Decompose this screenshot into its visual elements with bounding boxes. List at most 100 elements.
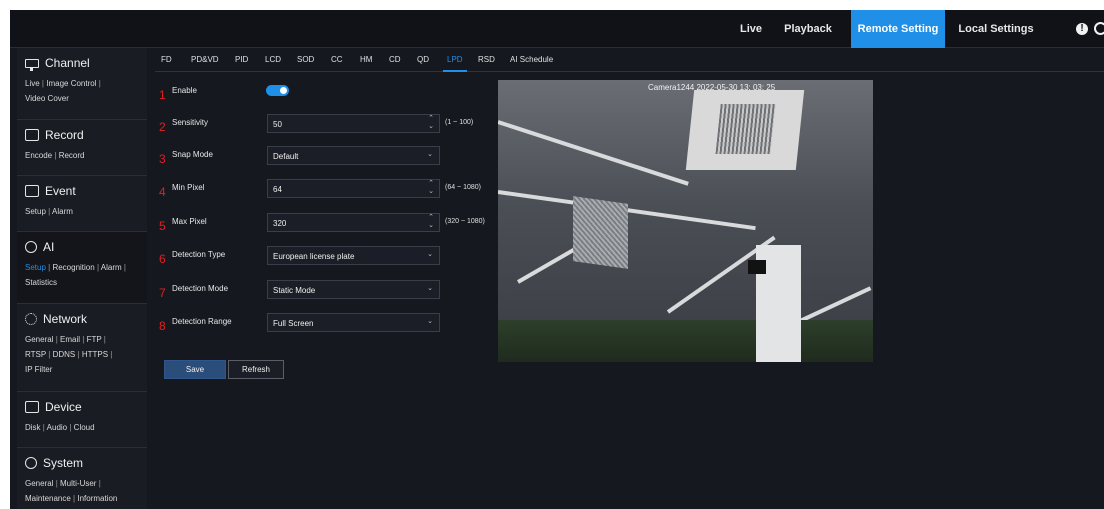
tab-cd[interactable]: CD [389, 48, 401, 72]
sidebar-link-https[interactable]: HTTPS [82, 350, 108, 359]
row-min-pixel: 4 Min Pixel 64 ⌃ ⌄ (64 ~ 1080) [155, 179, 515, 201]
sidebar-link-live[interactable]: Live [25, 79, 40, 88]
snap-mode-select[interactable]: Default ⌄ [267, 146, 440, 165]
sidebar-link-multi-user[interactable]: Multi-User [60, 479, 96, 488]
sidebar-link-email[interactable]: Email [60, 335, 80, 344]
sidebar-link-maintenance[interactable]: Maintenance [25, 494, 71, 503]
nav-remote-setting[interactable]: Remote Setting [851, 10, 945, 48]
chevron-down-icon: ⌄ [427, 318, 433, 325]
max-pixel-label: Max Pixel [172, 217, 207, 226]
sidebar-title-system[interactable]: System [25, 452, 141, 474]
sidebar-title-event[interactable]: Event [25, 180, 141, 202]
sidebar-link-image-control[interactable]: Image Control [46, 79, 96, 88]
app-screen: Live Playback Remote Setting Local Setti… [10, 10, 1104, 509]
sidebar-title-device[interactable]: Device [25, 396, 141, 418]
floor-area [498, 320, 873, 362]
sidebar-link-cloud[interactable]: Cloud [74, 423, 95, 432]
refresh-button[interactable]: Refresh [228, 360, 284, 379]
camera-preview[interactable]: Camera1244 2022-05-30 13: 03: 25 [498, 80, 873, 362]
dark-object [748, 260, 766, 274]
sidebar-link-ddns[interactable]: DDNS [53, 350, 76, 359]
tab-hm[interactable]: HM [360, 48, 372, 72]
nav-live[interactable]: Live [727, 10, 775, 48]
step-marker: 4 [159, 185, 166, 199]
sidebar-link-recognition[interactable]: Recognition [52, 263, 94, 272]
event-icon [25, 185, 39, 197]
detection-type-value: European license plate [273, 252, 355, 261]
snap-mode-value: Default [273, 152, 299, 161]
sidebar-link-audio[interactable]: Audio [47, 423, 67, 432]
min-pixel-stepper[interactable]: 64 ⌃ ⌄ [267, 179, 440, 198]
tab-pid[interactable]: PID [235, 48, 248, 72]
sidebar-link-record[interactable]: Record [59, 151, 85, 160]
row-max-pixel: 5 Max Pixel 320 ⌃ ⌄ (320 ~ 1080) [155, 213, 515, 235]
detection-mode-select[interactable]: Static Mode ⌄ [267, 280, 440, 299]
tab-qd[interactable]: QD [417, 48, 429, 72]
tab-ai-schedule[interactable]: AI Schedule [510, 48, 553, 72]
sidebar-link-ip-filter[interactable]: IP Filter [25, 365, 52, 374]
sidebar-link-encode[interactable]: Encode [25, 151, 52, 160]
up-down-spinner-icon[interactable]: ⌃ ⌄ [428, 214, 434, 230]
sidebar-link-ftp[interactable]: FTP [87, 335, 102, 344]
sidebar-title-label: AI [43, 240, 55, 254]
row-enable: 1 Enable [155, 82, 455, 104]
tab-sod[interactable]: SOD [297, 48, 314, 72]
step-marker: 6 [159, 252, 166, 266]
tab-lcd[interactable]: LCD [265, 48, 281, 72]
sidebar-links-ai: Setup | Recognition | Alarm | Statistics [25, 263, 126, 287]
tab-lpd[interactable]: LPD [443, 48, 467, 72]
monitor-icon [25, 59, 39, 71]
sidebar-links-system: General | Multi-User | Maintenance | Inf… [25, 479, 118, 503]
sidebar-title-label: System [43, 456, 84, 470]
sidebar-link-general[interactable]: General [25, 335, 53, 344]
up-down-spinner-icon[interactable]: ⌃ ⌄ [428, 180, 434, 196]
sidebar-title-ai[interactable]: AI [25, 236, 141, 258]
tab-fd[interactable]: FD [161, 48, 172, 72]
alert-icon[interactable]: ! [1076, 23, 1088, 35]
ai-icon [25, 241, 37, 253]
nav-playback[interactable]: Playback [775, 10, 841, 48]
sidebar-title-label: Event [45, 184, 76, 198]
detection-type-select[interactable]: European license plate ⌄ [267, 246, 440, 265]
sidebar-link-ai-alarm[interactable]: Alarm [101, 263, 122, 272]
tab-rsd[interactable]: RSD [478, 48, 495, 72]
sidebar-section-ai: AI Setup | Recognition | Alarm | Statist… [17, 232, 147, 304]
sidebar-link-information[interactable]: Information [77, 494, 117, 503]
sidebar-link-video-cover[interactable]: Video Cover [25, 94, 69, 103]
min-pixel-label: Min Pixel [172, 183, 205, 192]
sidebar-title-label: Device [45, 400, 82, 414]
sidebar-link-ai-setup[interactable]: Setup [25, 263, 46, 272]
max-pixel-stepper[interactable]: 320 ⌃ ⌄ [267, 213, 440, 232]
sidebar-links-event: Setup | Alarm [25, 207, 73, 216]
sensitivity-stepper[interactable]: 50 ⌃ ⌄ [267, 114, 440, 133]
step-marker: 7 [159, 286, 166, 300]
tab-pd-vd[interactable]: PD&VD [191, 48, 219, 72]
sidebar-link-rtsp[interactable]: RTSP [25, 350, 46, 359]
sidebar-links-channel: Live | Image Control | Video Cover [25, 79, 101, 103]
save-button[interactable]: Save [164, 360, 226, 379]
nav-local-settings[interactable]: Local Settings [949, 10, 1043, 48]
power-icon[interactable] [1094, 22, 1104, 35]
sidebar-title-network[interactable]: Network [25, 308, 141, 330]
row-detection-type: 6 Detection Type European license plate … [155, 246, 455, 268]
enable-toggle[interactable] [266, 85, 289, 96]
detection-range-select[interactable]: Full Screen ⌄ [267, 313, 440, 332]
sidebar-section-channel: Channel Live | Image Control | Video Cov… [17, 48, 147, 120]
step-marker: 8 [159, 319, 166, 333]
sidebar-section-device: Device Disk | Audio | Cloud [17, 392, 147, 448]
up-down-spinner-icon[interactable]: ⌃ ⌄ [428, 115, 434, 131]
detection-type-label: Detection Type [172, 250, 226, 259]
sidebar-title-record[interactable]: Record [25, 124, 141, 146]
sensitivity-label: Sensitivity [172, 118, 209, 127]
network-icon [25, 313, 37, 325]
sidebar-link-statistics[interactable]: Statistics [25, 278, 57, 287]
sidebar-link-system-general[interactable]: General [25, 479, 53, 488]
step-marker: 1 [159, 88, 166, 102]
tab-cc[interactable]: CC [331, 48, 343, 72]
sidebar-link-alarm[interactable]: Alarm [52, 207, 73, 216]
sidebar-link-setup[interactable]: Setup [25, 207, 46, 216]
sidebar-link-disk[interactable]: Disk [25, 423, 41, 432]
device-icon [25, 401, 39, 413]
sidebar-links-record: Encode | Record [25, 151, 85, 160]
sidebar-title-channel[interactable]: Channel [25, 52, 141, 74]
